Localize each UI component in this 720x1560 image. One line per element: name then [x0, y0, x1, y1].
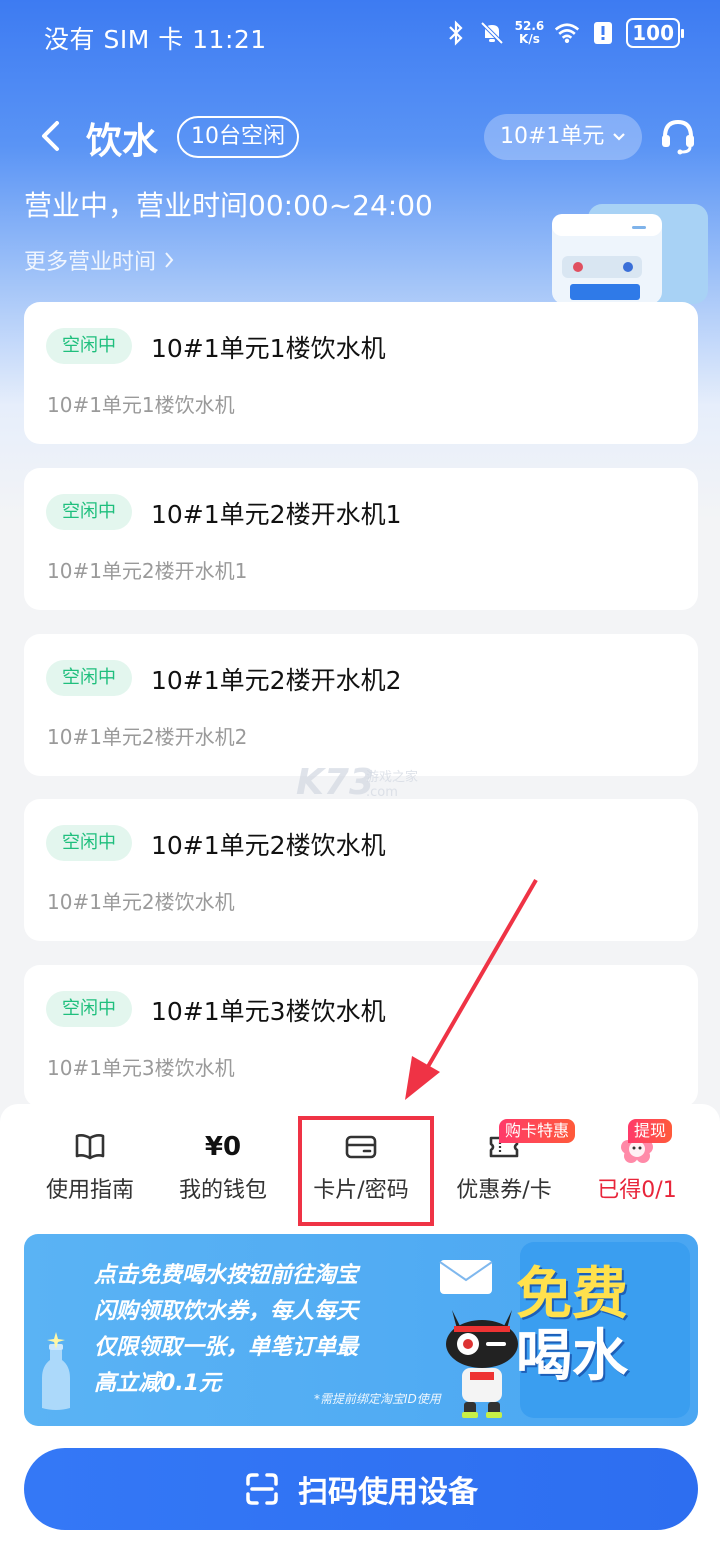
mute-bell-icon [479, 18, 505, 48]
withdraw-badge: 提现 [628, 1119, 673, 1143]
device-card[interactable]: 空闲中 10#1单元2楼开水机1 10#1单元2楼开水机1 [24, 468, 698, 610]
unit-selector-label: 10#1单元 [500, 124, 605, 149]
page-header: 饮水 10台空闲 10#1单元 [0, 100, 720, 172]
battery-indicator: 100 [626, 18, 684, 48]
guide-label: 使用指南 [45, 1178, 134, 1203]
business-hours: 营业中，营业时间00:00~24:00 [24, 189, 433, 222]
water-dispenser-illustration [552, 204, 708, 304]
promo-footnote: *需提前绑定淘宝ID使用 [314, 1392, 441, 1406]
scan-icon [246, 1473, 278, 1505]
speed-unit: K/s [519, 32, 540, 46]
device-location: 10#1单元1楼饮水机 [47, 393, 235, 417]
scan-button-label: 扫码使用设备 [298, 1475, 478, 1510]
promo-line: 闪购领取饮水券，每人每天 [94, 1299, 359, 1324]
device-location: 10#1单元3楼饮水机 [47, 1056, 235, 1080]
wifi-icon [554, 18, 580, 48]
bluetooth-icon [443, 18, 469, 48]
status-badge: 空闲中 [46, 494, 132, 530]
unit-selector[interactable]: 10#1单元 [484, 114, 642, 160]
status-icons: 52.6 K/s 100 [443, 18, 684, 48]
wallet-balance: ¥0 [204, 1132, 242, 1162]
earned-label: 已得0/1 [597, 1178, 677, 1203]
envelope-icon [439, 1260, 493, 1294]
chevron-left-icon [42, 121, 59, 151]
back-button[interactable] [30, 114, 70, 158]
watermark: K73 游戏之家 .com [296, 762, 418, 803]
promo-headline-drink: 喝水 [516, 1324, 628, 1389]
watermark-domain: .com [366, 785, 398, 800]
highlight-annotation [298, 1116, 434, 1226]
device-name: 10#1单元3楼饮水机 [151, 997, 386, 1026]
device-card[interactable]: 空闲中 10#1单元2楼饮水机 10#1单元2楼饮水机 [24, 799, 698, 941]
wallet-button[interactable]: ¥0 我的钱包 [158, 1128, 288, 1208]
status-badge: 空闲中 [46, 991, 132, 1027]
more-hours-label: 更多营业时间 [24, 250, 157, 275]
device-location: 10#1单元2楼开水机2 [47, 725, 248, 749]
alert-icon [590, 18, 616, 48]
device-card[interactable]: 空闲中 10#1单元2楼开水机2 10#1单元2楼开水机2 [24, 634, 698, 776]
scan-device-button[interactable]: 扫码使用设备 [24, 1448, 698, 1530]
watermark-brand: K73 [296, 762, 374, 803]
device-card[interactable]: 空闲中 10#1单元1楼饮水机 10#1单元1楼饮水机 [24, 302, 698, 444]
wallet-label: 我的钱包 [178, 1178, 267, 1203]
status-badge: 空闲中 [46, 825, 132, 861]
coupon-promo-badge: 购卡特惠 [499, 1119, 576, 1143]
device-name: 10#1单元2楼开水机2 [151, 666, 402, 695]
promo-line: 点击免费喝水按钮前往淘宝 [94, 1263, 359, 1288]
device-location: 10#1单元2楼开水机1 [47, 559, 248, 583]
status-bar: 没有 SIM 卡 11:21 52.6 K/s 100 [0, 0, 720, 72]
watermark-caption: 游戏之家 .com [366, 766, 418, 800]
coupon-label: 优惠券/卡 [456, 1178, 552, 1203]
device-name: 10#1单元1楼饮水机 [151, 334, 386, 363]
network-speed: 52.6 K/s [515, 20, 545, 46]
device-card[interactable]: 空闲中 10#1单元3楼饮水机 10#1单元3楼饮水机 [24, 965, 698, 1107]
promo-headline-free: 免费 [516, 1262, 628, 1327]
device-name: 10#1单元2楼饮水机 [151, 831, 386, 860]
status-badge: 空闲中 [46, 328, 132, 364]
more-hours-link[interactable]: 更多营业时间 [24, 244, 174, 276]
device-name: 10#1单元2楼开水机1 [151, 500, 402, 529]
idle-count-badge: 10台空闲 [177, 116, 299, 158]
device-location: 10#1单元2楼饮水机 [47, 890, 235, 914]
chevron-right-icon [165, 252, 174, 268]
book-icon [25, 1128, 155, 1166]
promo-description: 点击免费喝水按钮前往淘宝 闪购领取饮水券，每人每天 仅限领取一张，单笔订单最 高… [94, 1258, 434, 1402]
page-title: 饮水 [86, 121, 159, 162]
promo-line: 仅限领取一张，单笔订单最 [94, 1335, 359, 1360]
water-bottle-icon [42, 1332, 70, 1410]
carrier-time: 没有 SIM 卡 11:21 [44, 25, 267, 54]
customer-service-button[interactable] [658, 114, 698, 158]
guide-button[interactable]: 使用指南 [25, 1128, 155, 1208]
status-badge: 空闲中 [46, 660, 132, 696]
headset-icon [662, 119, 694, 155]
watermark-caption-text: 游戏之家 [366, 770, 419, 785]
chevron-down-icon [612, 114, 626, 177]
